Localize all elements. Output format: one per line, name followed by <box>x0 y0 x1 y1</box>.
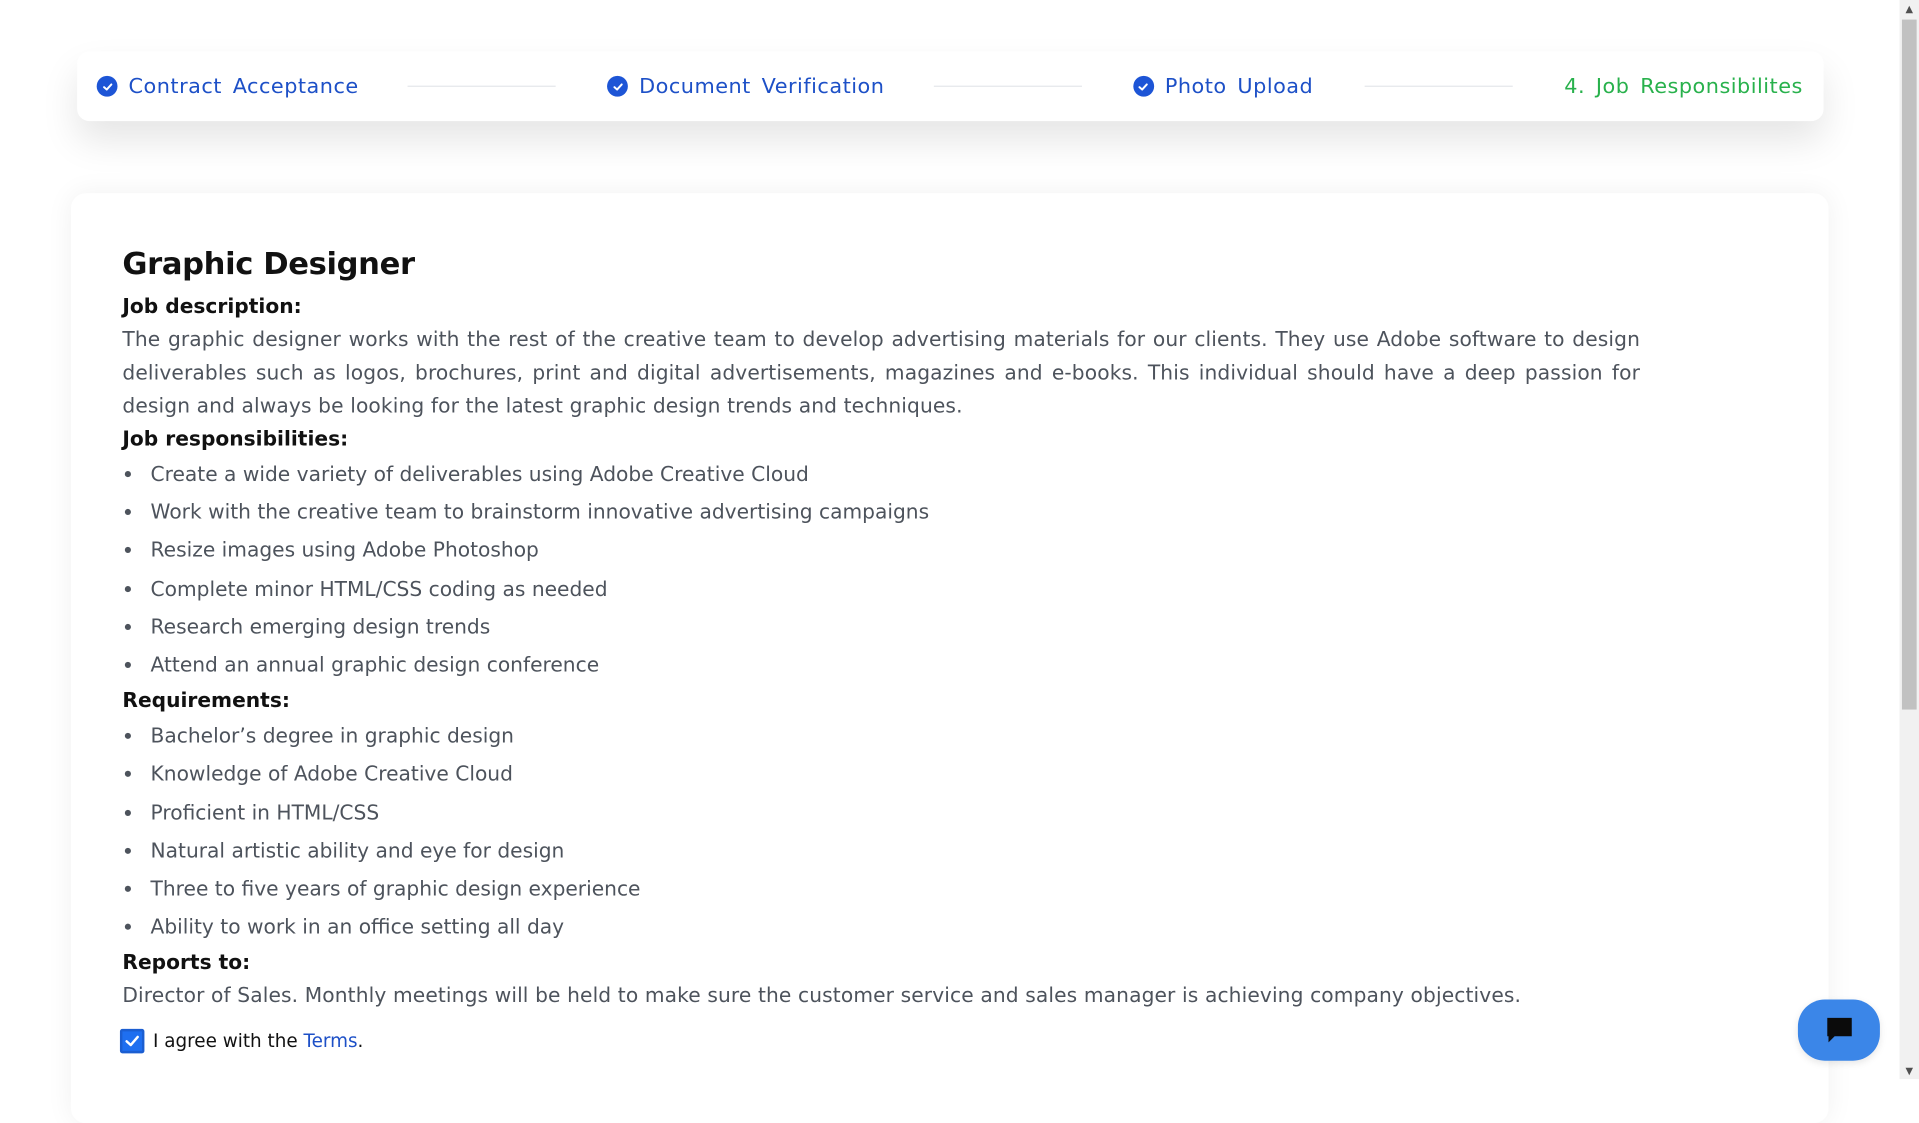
terms-link[interactable]: Terms <box>303 1030 357 1052</box>
job-description-heading: Job description: <box>122 294 302 319</box>
check-circle-icon <box>96 75 118 97</box>
terms-checkbox[interactable] <box>119 1028 145 1054</box>
list-item: Resize images using Adobe Photoshop <box>122 531 1640 569</box>
list-item: Complete minor HTML/CSS coding as needed <box>122 570 1640 608</box>
job-description-text: The graphic designer works with the rest… <box>122 327 1641 418</box>
checkmark-icon <box>125 1035 139 1047</box>
job-title: Graphic Designer <box>122 245 415 282</box>
list-item: Three to five years of graphic design ex… <box>122 870 1640 908</box>
step-label: 4. Job Responsibilites <box>1564 74 1803 99</box>
progress-stepper: Contract Acceptance Document Verificatio… <box>77 51 1824 122</box>
list-item: Work with the creative team to brainstor… <box>122 493 1640 531</box>
list-item: Bachelor’s degree in graphic design <box>122 717 1640 755</box>
step-job-responsibilities[interactable]: 4. Job Responsibilites <box>1564 74 1803 98</box>
step-connector <box>1364 85 1513 87</box>
job-content: Graphic Designer Job description: The gr… <box>122 246 1640 1012</box>
reports-to-text: Director of Sales. Monthly meetings will… <box>122 984 1522 1008</box>
step-photo-upload[interactable]: Photo Upload <box>1133 74 1313 98</box>
step-connector <box>933 85 1082 87</box>
job-responsibilities-heading: Job responsibilities: <box>122 426 349 451</box>
scroll-down-arrow-icon[interactable]: ▼ <box>1899 1062 1919 1079</box>
list-item: Attend an annual graphic design conferen… <box>122 646 1640 684</box>
requirements-heading: Requirements: <box>122 689 290 713</box>
list-item: Ability to work in an office setting all… <box>122 908 1640 946</box>
chat-button[interactable] <box>1797 999 1880 1061</box>
step-connector <box>407 85 556 87</box>
list-item: Proficient in HTML/CSS <box>122 794 1640 832</box>
check-circle-icon <box>607 75 629 97</box>
step-label: Photo Upload <box>1164 74 1314 99</box>
check-circle-icon <box>1133 75 1154 97</box>
step-label: Contract Acceptance <box>128 74 359 99</box>
reports-to-heading: Reports to: <box>122 951 251 975</box>
list-item: Knowledge of Adobe Creative Cloud <box>122 755 1640 793</box>
page: Contract Acceptance Document Verificatio… <box>0 0 1919 1123</box>
terms-label: I agree with the Terms. <box>152 1030 364 1053</box>
page-scrollbar[interactable]: ▲ ▼ <box>1899 0 1919 1080</box>
requirements-list: Bachelor’s degree in graphic design Know… <box>122 717 1640 946</box>
list-item: Create a wide variety of deliverables us… <box>122 455 1640 493</box>
terms-agreement: I agree with the Terms. <box>119 1028 364 1054</box>
step-label: Document Verification <box>639 74 885 99</box>
list-item: Research emerging design trends <box>122 608 1640 646</box>
scroll-up-arrow-icon[interactable]: ▲ <box>1899 0 1919 17</box>
step-contract-acceptance[interactable]: Contract Acceptance <box>96 74 359 99</box>
list-item: Natural artistic ability and eye for des… <box>122 832 1640 870</box>
scrollbar-thumb[interactable] <box>1901 19 1917 710</box>
job-details-card: Graphic Designer Job description: The gr… <box>70 193 1829 1123</box>
responsibilities-list: Create a wide variety of deliverables us… <box>122 455 1640 684</box>
step-document-verification[interactable]: Document Verification <box>607 74 884 98</box>
chat-bubble-icon <box>1826 1017 1852 1043</box>
